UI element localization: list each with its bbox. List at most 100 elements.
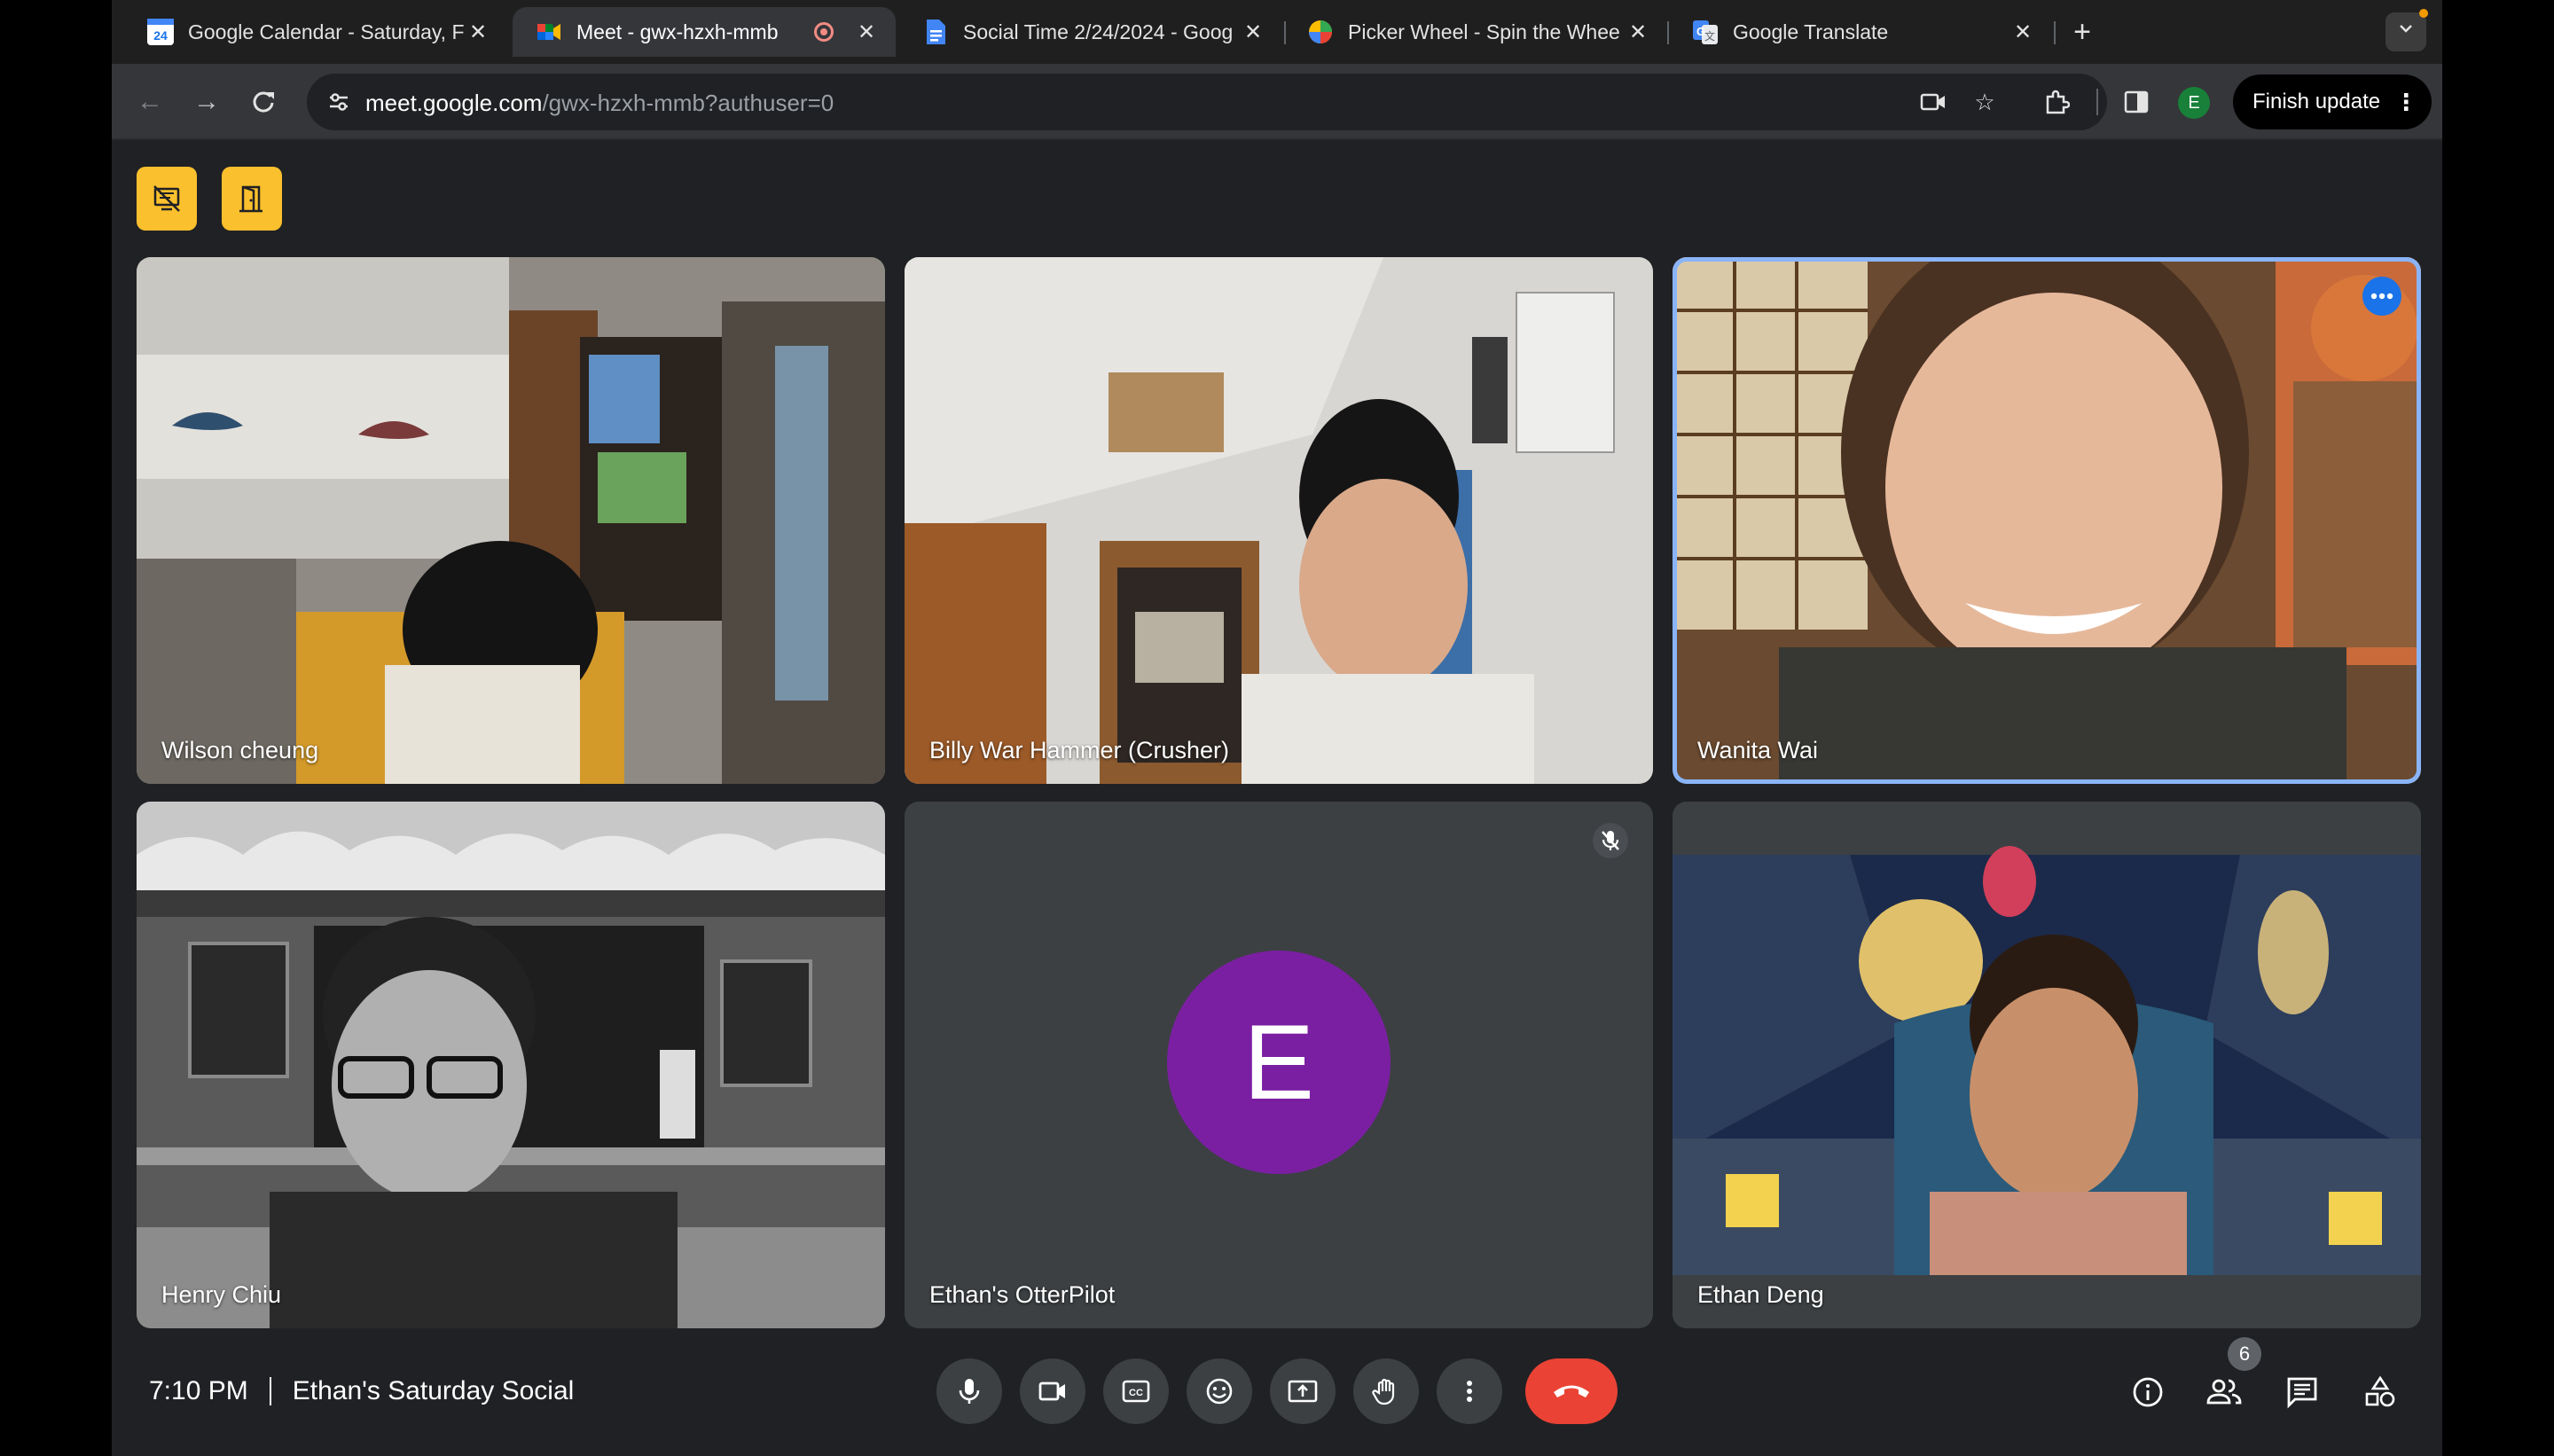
mic-off-icon: [1593, 823, 1628, 858]
active-speaker-border: [1673, 257, 2421, 784]
current-time: 7:10 PM: [149, 1376, 248, 1405]
close-icon[interactable]: ✕: [853, 20, 880, 45]
more-options-icon[interactable]: [2362, 277, 2401, 316]
divider: [269, 1377, 271, 1405]
shapes-icon: [2365, 1375, 2395, 1407]
tab-meet[interactable]: Meet - gwx-hzxh-mmb ✕: [513, 7, 896, 57]
participant-tile[interactable]: Henry Chiu: [137, 802, 885, 1328]
camera-button[interactable]: [1020, 1358, 1085, 1424]
more-options-button[interactable]: [1437, 1358, 1502, 1424]
present-to-all-icon: [1288, 1380, 1318, 1403]
recording-indicator-icon: [814, 22, 834, 42]
participant-tile[interactable]: Wanita Wai: [1673, 257, 2421, 784]
back-button[interactable]: ←: [129, 82, 170, 122]
address-bar[interactable]: meet.google.com/gwx-hzxh-mmb?authuser=0 …: [307, 74, 2107, 130]
participant-name: Ethan Deng: [1697, 1281, 1824, 1308]
participant-video: [137, 257, 885, 784]
wheel-favicon-icon: [1307, 19, 1334, 45]
chat-icon: [2287, 1377, 2317, 1409]
meet-favicon-icon: [536, 19, 562, 45]
close-icon[interactable]: ✕: [1240, 20, 1266, 45]
participant-tile[interactable]: Wilson cheung: [137, 257, 885, 784]
microphone-icon: [959, 1379, 980, 1404]
tab-separator: [2054, 21, 2056, 44]
tab-search-button[interactable]: [2386, 12, 2426, 51]
url-text[interactable]: meet.google.com/gwx-hzxh-mmb?authuser=0: [365, 90, 834, 117]
video-camera-icon: [1038, 1382, 1065, 1401]
tab-picker-wheel[interactable]: Picker Wheel - Spin the Whee ✕: [1284, 7, 1667, 57]
url-host: meet.google.com: [365, 90, 543, 116]
participant-name: Henry Chiu: [161, 1281, 282, 1308]
tab-strip: 24 Google Calendar - Saturday, F ✕ Meet …: [112, 0, 2442, 64]
participant-name: Billy War Hammer (Crusher): [929, 737, 1230, 763]
participant-tile[interactable]: E Ethan's OtterPilot: [905, 802, 1653, 1328]
chat-button[interactable]: [2276, 1366, 2329, 1419]
participant-name: Wanita Wai: [1697, 737, 1819, 763]
closed-captions-icon: CC: [1122, 1380, 1150, 1403]
raise-hand-button[interactable]: [1353, 1358, 1419, 1424]
docs-favicon-icon: [922, 19, 949, 45]
tab-title: Picker Wheel - Spin the Whee: [1348, 20, 1620, 43]
camera-in-use-button[interactable]: [1916, 84, 1951, 120]
finish-update-label: Finish update: [2252, 90, 2381, 114]
microphone-button[interactable]: [936, 1358, 1002, 1424]
tab-google-calendar[interactable]: 24 Google Calendar - Saturday, F ✕: [124, 7, 507, 57]
meeting-title: Ethan's Saturday Social: [292, 1376, 575, 1405]
hand-icon: [1372, 1378, 1395, 1405]
participant-name: Wilson cheung: [161, 737, 319, 763]
side-panel-icon: [2124, 90, 2149, 114]
captions-button[interactable]: CC: [1103, 1358, 1169, 1424]
new-tab-button[interactable]: +: [2063, 12, 2102, 51]
tab-google-translate[interactable]: G文 Google Translate ✕: [1669, 7, 2052, 57]
browser-toolbar: ← → meet.google.com/gwx-hzxh-mmb?authuse…: [112, 64, 2442, 140]
call-end-icon: [1554, 1385, 1589, 1397]
leave-call-button[interactable]: [1525, 1358, 1618, 1424]
close-icon[interactable]: ✕: [1625, 20, 1651, 45]
emoji-icon: [1206, 1378, 1233, 1405]
tab-title: Google Calendar - Saturday, F: [188, 20, 465, 43]
close-icon[interactable]: ✕: [2010, 20, 2036, 45]
present-screen-button[interactable]: [1270, 1358, 1336, 1424]
participant-tile[interactable]: Billy War Hammer (Crusher): [905, 257, 1653, 784]
toolbar-separator: [2096, 89, 2098, 115]
tab-title: Google Translate: [1733, 20, 1889, 43]
tune-icon: [330, 93, 348, 111]
browser-window: 24 Google Calendar - Saturday, F ✕ Meet …: [112, 0, 2442, 1456]
puzzle-icon: [2046, 90, 2071, 114]
door-icon: [239, 185, 262, 213]
meeting-details-button[interactable]: [2121, 1366, 2174, 1419]
svg-text:CC: CC: [1129, 1388, 1143, 1398]
profile-avatar[interactable]: E: [2178, 87, 2210, 119]
close-icon[interactable]: ✕: [465, 20, 491, 45]
site-info-button[interactable]: [321, 84, 356, 120]
svg-text:文: 文: [1704, 29, 1715, 43]
people-button[interactable]: [2198, 1366, 2251, 1419]
participant-video: [137, 802, 885, 1328]
extensions-button[interactable]: [2036, 82, 2077, 122]
finish-update-button[interactable]: Finish update ⋮: [2233, 74, 2432, 129]
activities-button[interactable]: [2354, 1366, 2407, 1419]
url-path: /gwx-hzxh-mmb?authuser=0: [542, 90, 834, 116]
chevron-down-icon: [2400, 25, 2412, 33]
reload-icon: [253, 91, 274, 113]
participant-video: [905, 257, 1653, 784]
reload-button[interactable]: [243, 82, 284, 122]
breakout-rooms-button[interactable]: [222, 167, 282, 231]
participant-avatar: E: [1167, 951, 1391, 1174]
participant-tile[interactable]: Ethan Deng: [1673, 802, 2421, 1328]
update-dot-icon: [2419, 9, 2428, 18]
calendar-favicon-icon: 24: [147, 19, 174, 45]
side-panel-button[interactable]: [2116, 82, 2157, 122]
tab-social-time-doc[interactable]: Social Time 2/24/2024 - Goog ✕: [899, 7, 1282, 57]
bookmark-star-button[interactable]: ☆: [1967, 84, 2002, 120]
people-icon: [2206, 1379, 2242, 1405]
host-controls-button[interactable]: [137, 167, 197, 231]
reactions-button[interactable]: [1187, 1358, 1252, 1424]
video-camera-icon: [1920, 93, 1945, 111]
meeting-details: 7:10 PM Ethan's Saturday Social: [149, 1376, 574, 1406]
translate-favicon-icon: G文: [1692, 19, 1719, 45]
forward-button[interactable]: →: [186, 82, 227, 122]
more-vert-icon: ⋮: [2394, 88, 2418, 115]
tab-title: Social Time 2/24/2024 - Goog: [963, 20, 1234, 43]
participant-name: Ethan's OtterPilot: [929, 1281, 1116, 1308]
